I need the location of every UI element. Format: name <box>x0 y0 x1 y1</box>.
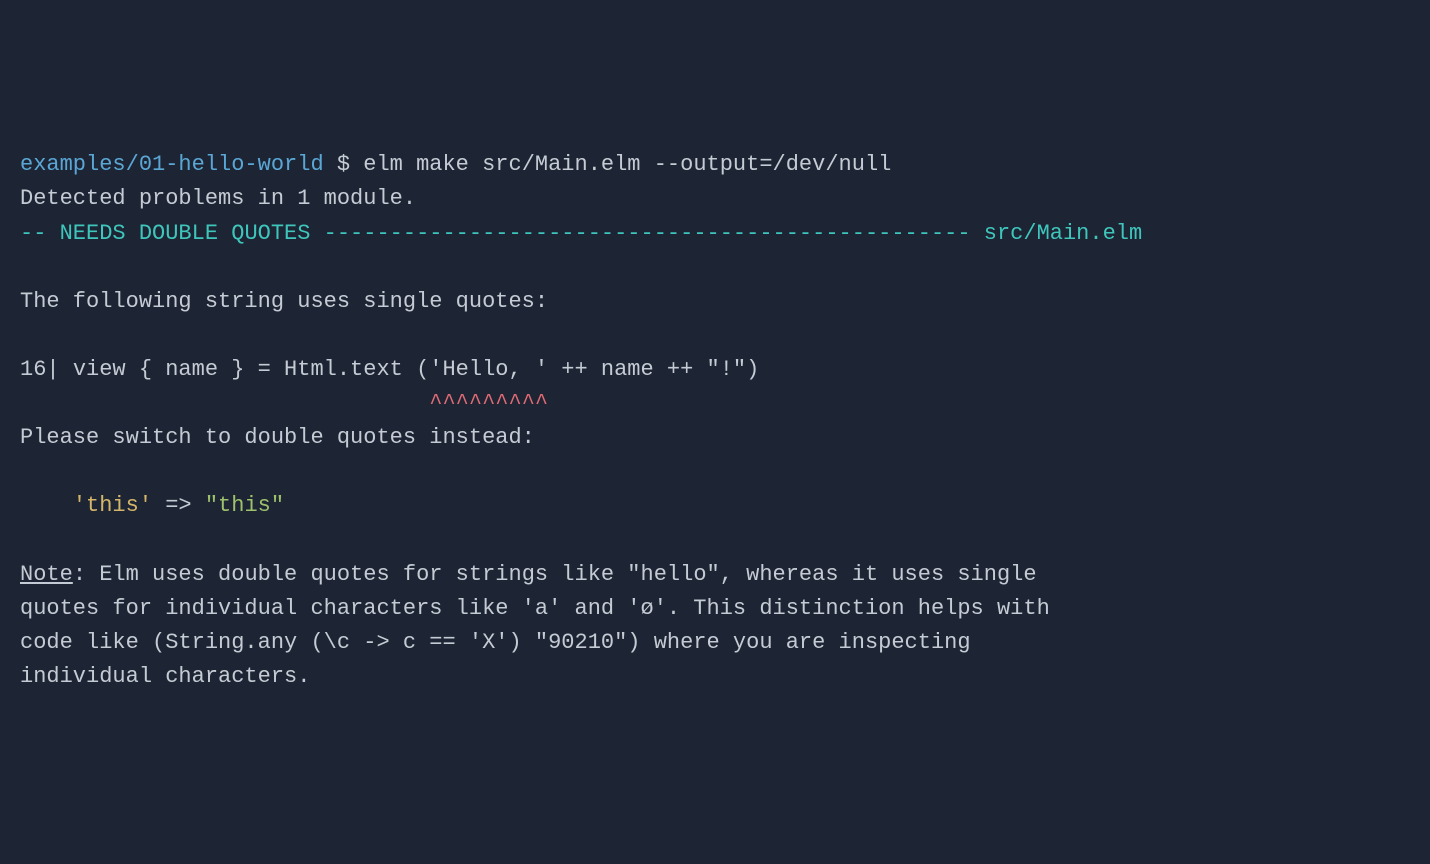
prompt-line: examples/01-hello-world $ elm make src/M… <box>20 148 1410 182</box>
note-line-3: code like (String.any (\c -> c == 'X') "… <box>20 626 1410 660</box>
note-line-4: individual characters. <box>20 660 1410 694</box>
header-dashes: ----------------------------------------… <box>310 221 983 246</box>
note-label: Note <box>20 562 73 587</box>
header-prefix: -- <box>20 221 60 246</box>
blank-line <box>20 523 1410 557</box>
note-text-1: Elm uses double quotes for strings like … <box>99 562 1036 587</box>
caret-line: ^^^^^^^^^ <box>20 387 1410 421</box>
line-number: 16| <box>20 357 73 382</box>
header-file: src/Main.elm <box>984 221 1142 246</box>
description-line: The following string uses single quotes: <box>20 285 1410 319</box>
code-line: 16| view { name } = Html.text ('Hello, '… <box>20 353 1410 387</box>
code-body: view { name } = Html.text ('Hello, ' ++ … <box>73 357 760 382</box>
detected-line: Detected problems in 1 module. <box>20 182 1410 216</box>
note-line-1: Note: Elm uses double quotes for strings… <box>20 558 1410 592</box>
note-colon: : <box>73 562 99 587</box>
prompt-path: examples/01-hello-world <box>20 152 324 177</box>
single-quote-example: 'this' <box>73 493 152 518</box>
double-quote-example: "this" <box>205 493 284 518</box>
caret-marks: ^^^^^^^^^ <box>429 391 548 416</box>
caret-pad <box>20 391 429 416</box>
header-title: NEEDS DOUBLE QUOTES <box>60 221 311 246</box>
prompt-separator: $ <box>324 152 364 177</box>
note-line-2: quotes for individual characters like 'a… <box>20 592 1410 626</box>
example-arrow: => <box>152 493 205 518</box>
instruction-line: Please switch to double quotes instead: <box>20 421 1410 455</box>
error-header: -- NEEDS DOUBLE QUOTES -----------------… <box>20 217 1410 251</box>
blank-line <box>20 251 1410 285</box>
example-line: 'this' => "this" <box>20 489 1410 523</box>
command-text: elm make src/Main.elm --output=/dev/null <box>363 152 891 177</box>
terminal-output: examples/01-hello-world $ elm make src/M… <box>20 148 1410 694</box>
blank-line <box>20 455 1410 489</box>
blank-line <box>20 319 1410 353</box>
example-pad <box>20 493 73 518</box>
